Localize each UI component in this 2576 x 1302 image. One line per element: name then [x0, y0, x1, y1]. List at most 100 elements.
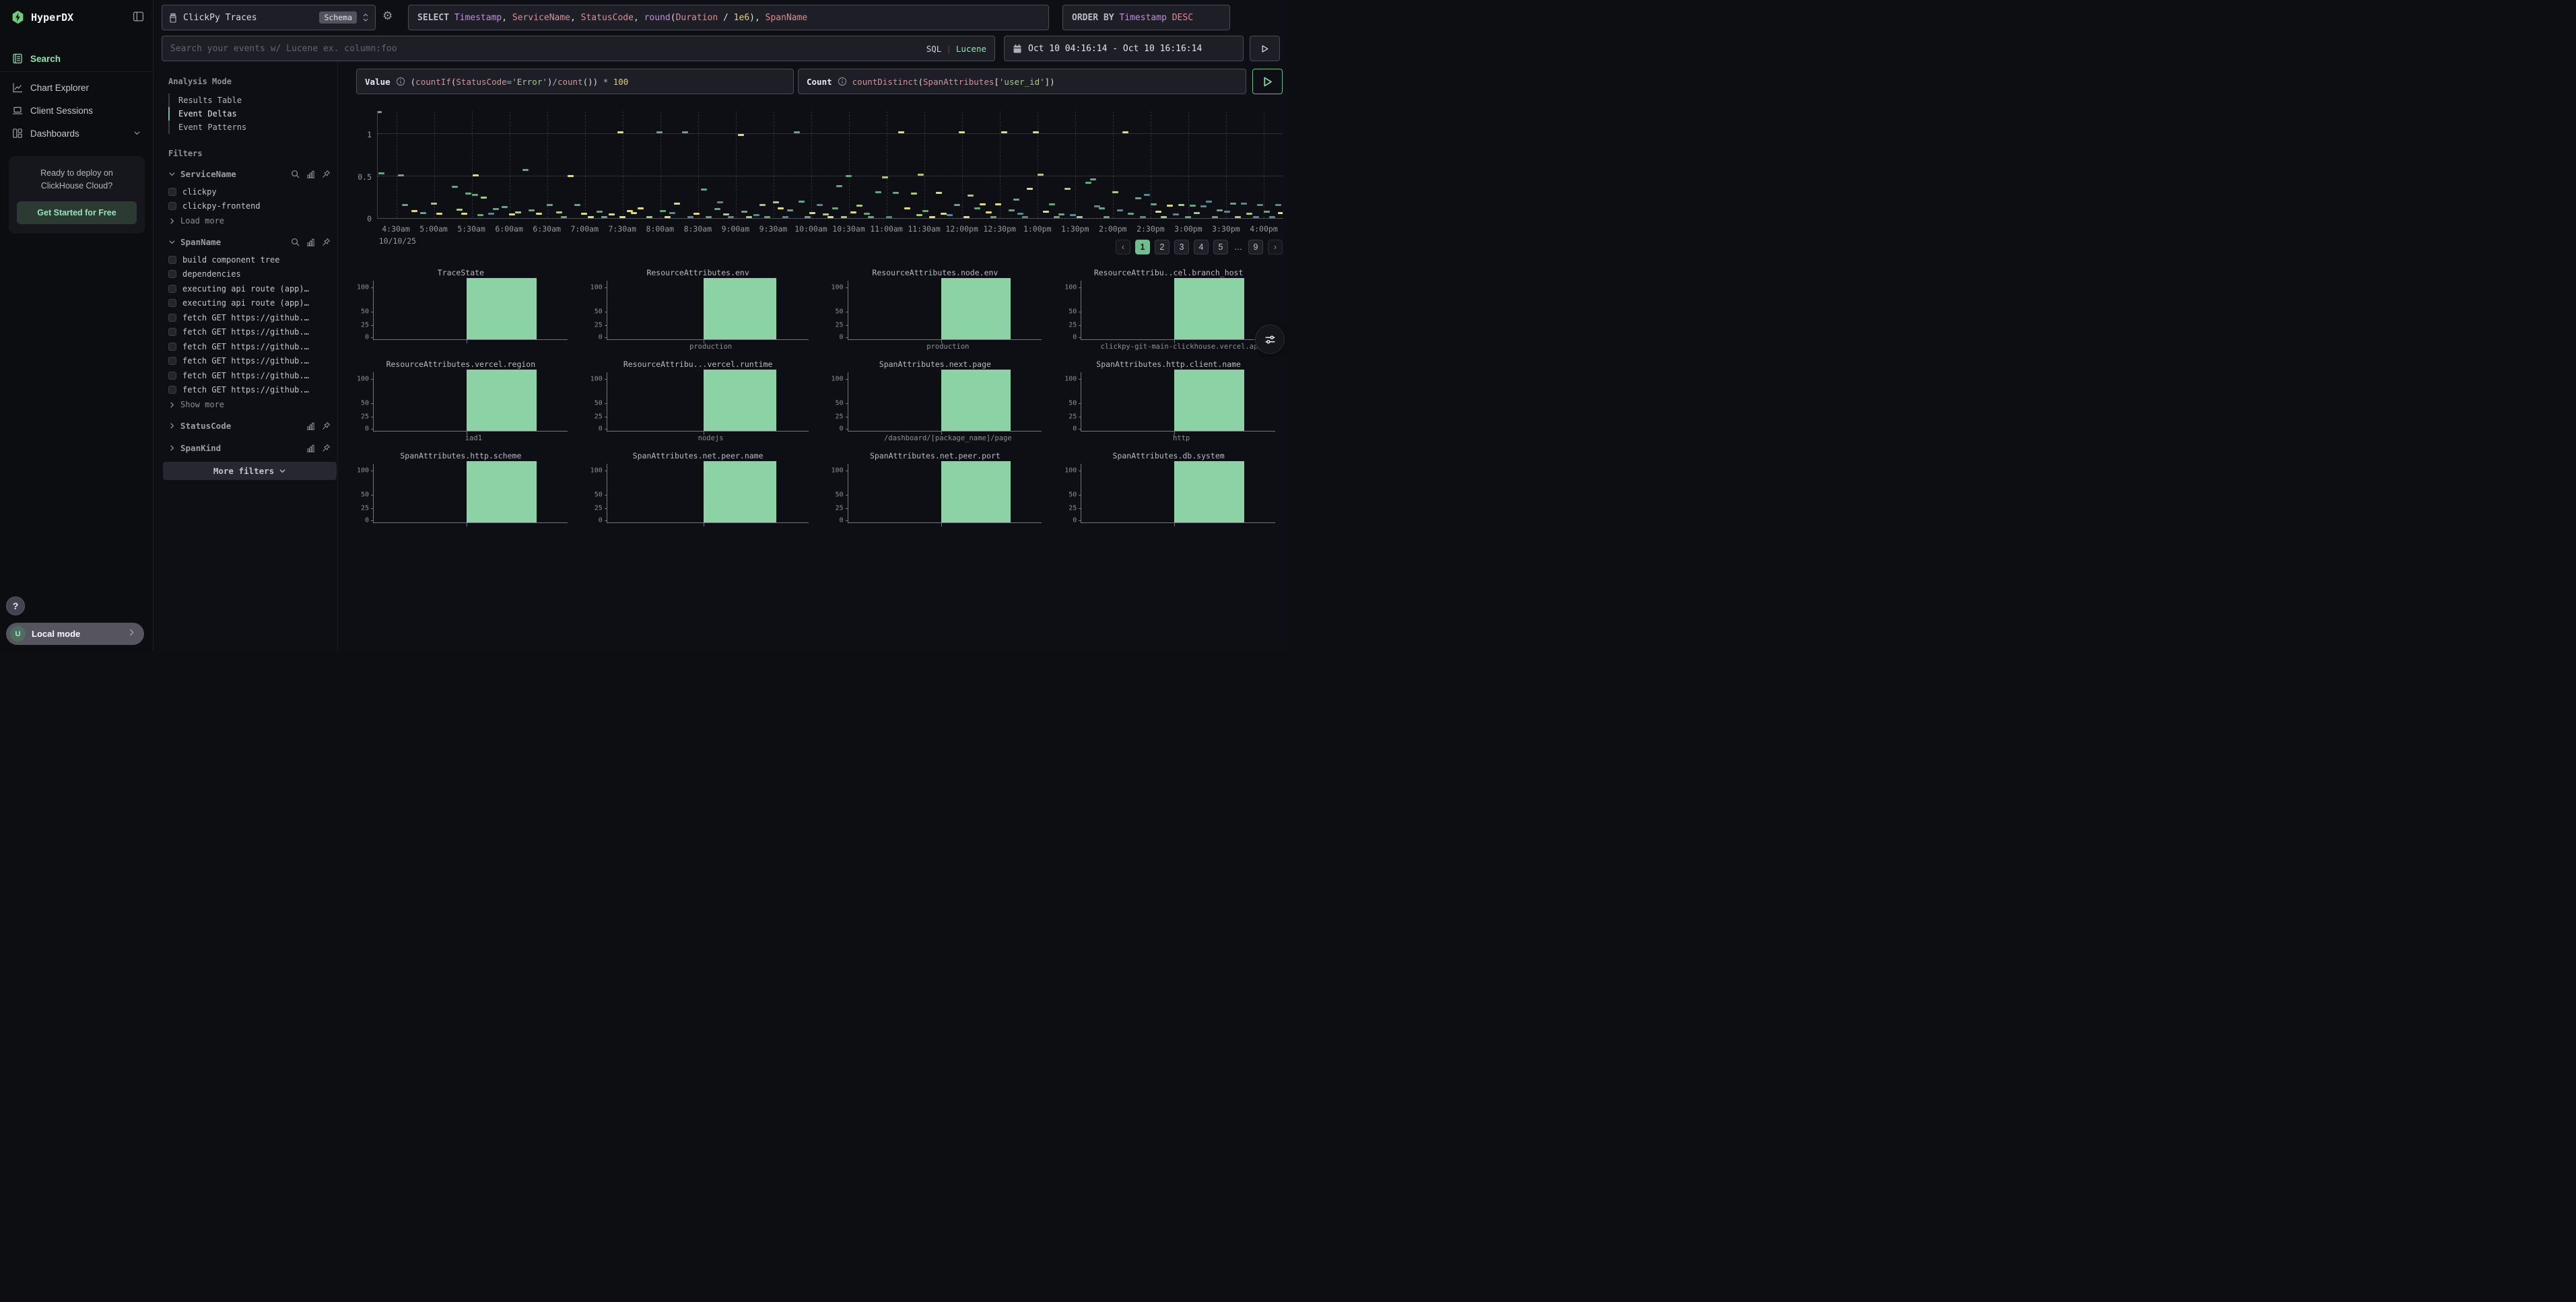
search-input[interactable]: Search your events w/ Lucene ex. column:… [162, 36, 995, 61]
page-button-1[interactable]: 1 [1135, 240, 1150, 254]
next-page-button[interactable]: › [1268, 240, 1283, 254]
checkbox[interactable] [168, 202, 176, 210]
checkbox[interactable] [168, 328, 176, 336]
filter-option[interactable]: build component tree [168, 252, 331, 267]
database-icon [168, 13, 178, 23]
help-button[interactable]: ? [6, 596, 25, 615]
facet-y-tick: 25 [361, 322, 369, 329]
checkbox[interactable] [168, 285, 176, 293]
page-button-5[interactable]: 5 [1213, 240, 1228, 254]
histogram-icon[interactable] [306, 170, 315, 178]
prev-page-button[interactable]: ‹ [1116, 240, 1130, 254]
chart-settings-fab[interactable] [1255, 324, 1285, 354]
delta-plot-area[interactable] [377, 111, 1283, 219]
mode-sql[interactable]: SQL [926, 44, 942, 54]
checkbox[interactable] [168, 270, 176, 278]
mode-lucene[interactable]: Lucene [956, 44, 986, 54]
sidebar-item-chart-explorer[interactable]: Chart Explorer [0, 76, 153, 99]
page-button-9[interactable]: 9 [1248, 240, 1263, 254]
filter-option[interactable]: clickpy [168, 184, 331, 199]
data-mark [1230, 203, 1236, 205]
load-more-link[interactable]: Load more [168, 213, 331, 228]
checkbox[interactable] [168, 357, 176, 365]
data-mark [1049, 203, 1055, 205]
sql-select-editor[interactable]: SELECT Timestamp, ServiceName, StatusCod… [408, 5, 1049, 30]
collapse-sidebar-icon[interactable] [133, 11, 144, 26]
facet-chart[interactable]: SpanAttributes.next.page10050250/dashboa… [822, 359, 1049, 447]
pin-icon[interactable] [322, 238, 331, 246]
facet-chart[interactable]: SpanAttributes.db.system10050250clickhou… [1055, 451, 1282, 526]
sidebar-item-dashboards[interactable]: Dashboards [0, 122, 153, 145]
source-select[interactable]: ClickPy Traces Schema [162, 5, 376, 30]
chevron-right-icon [168, 422, 176, 430]
page-button-4[interactable]: 4 [1194, 240, 1209, 254]
filter-group-header[interactable]: ServiceName [168, 166, 331, 182]
chart-run-button[interactable] [1252, 69, 1283, 94]
count-expression-input[interactable]: Count countDistinct(SpanAttributes['user… [798, 69, 1246, 94]
analysis-mode-event-patterns[interactable]: Event Patterns [168, 121, 331, 134]
data-mark [1224, 211, 1230, 213]
divider [0, 71, 153, 72]
page-button-2[interactable]: 2 [1155, 240, 1170, 254]
pin-icon[interactable] [322, 444, 331, 452]
filter-option[interactable]: fetch GET https://github.… [168, 339, 331, 354]
filter-option[interactable]: clickpy-frontend [168, 199, 331, 214]
filter-option[interactable]: fetch GET https://github.… [168, 368, 331, 383]
time-range-picker[interactable]: Oct 10 04:16:14 - Oct 10 16:16:14 [1004, 36, 1244, 61]
filter-option[interactable]: dependencies [168, 267, 331, 282]
filter-option[interactable]: fetch GET https://github.… [168, 325, 331, 340]
value-expression-input[interactable]: Value (countIf(StatusCode='Error')/count… [356, 69, 794, 94]
checkbox[interactable] [168, 343, 176, 351]
gear-icon[interactable]: ⚙ [382, 9, 393, 23]
facet-chart[interactable]: SpanAttributes.http.scheme10050250https [347, 451, 574, 526]
user-menu[interactable]: U Local mode [6, 623, 144, 645]
filter-option[interactable]: fetch GET https://github.… [168, 354, 331, 369]
checkbox[interactable] [168, 188, 176, 196]
histogram-icon[interactable] [306, 238, 315, 246]
facet-chart[interactable]: ResourceAttributes.node.env10050250produ… [822, 268, 1049, 355]
analysis-mode-event-deltas[interactable]: Event Deltas [168, 107, 331, 121]
facet-bar [467, 370, 537, 431]
histogram-icon[interactable] [306, 444, 315, 452]
sliders-icon [1264, 333, 1277, 346]
analysis-mode-results-table[interactable]: Results Table [168, 94, 331, 107]
checkbox[interactable] [168, 314, 176, 322]
facet-chart[interactable]: SpanAttributes.net.peer.name10050250z5qr… [581, 451, 815, 526]
filter-option[interactable]: executing api route (app)… [168, 296, 331, 311]
facet-chart[interactable]: SpanAttributes.net.peer.port100502508443 [822, 451, 1049, 526]
facet-chart[interactable]: ResourceAttribu..cel.branch_host10050250… [1055, 268, 1282, 355]
filter-option[interactable]: executing api route (app)… [168, 281, 331, 296]
sidebar-item-client-sessions[interactable]: Client Sessions [0, 99, 153, 122]
filter-group-header[interactable]: SpanKind [168, 440, 331, 456]
filter-group-header[interactable]: SpanName [168, 234, 331, 250]
facet-chart[interactable]: SpanAttributes.http.client.name10050250h… [1055, 359, 1282, 447]
filter-option[interactable]: fetch GET https://github.… [168, 310, 331, 325]
checkbox[interactable] [168, 372, 176, 380]
facet-chart[interactable]: ResourceAttributes.vercel.region10050250… [347, 359, 574, 447]
histogram-icon[interactable] [306, 421, 315, 430]
data-mark [477, 214, 483, 216]
search-run-button[interactable] [1250, 36, 1280, 61]
page-button-3[interactable]: 3 [1174, 240, 1189, 254]
facet-title: ResourceAttribu..cel.branch_host [1055, 268, 1282, 278]
pin-icon[interactable] [322, 421, 331, 430]
search-icon[interactable] [291, 238, 300, 246]
facet-chart[interactable]: ResourceAttributes.env10050250production [581, 268, 815, 355]
more-filters-button[interactable]: More filters [163, 462, 337, 480]
filter-group-header[interactable]: StatusCode [168, 417, 331, 434]
facet-chart[interactable]: ResourceAttribu...vercel.runtime10050250… [581, 359, 815, 447]
search-icon[interactable] [291, 170, 300, 178]
count-label: Count [807, 77, 832, 87]
order-by-editor[interactable]: ORDER BY Timestamp DESC [1062, 5, 1230, 30]
get-started-button[interactable]: Get Started for Free [17, 201, 137, 225]
data-mark [868, 216, 874, 218]
filter-option[interactable]: fetch GET https://github.… [168, 383, 331, 398]
checkbox[interactable] [168, 299, 176, 307]
facet-chart[interactable]: TraceState10050250 [347, 268, 574, 355]
checkbox[interactable] [168, 256, 176, 264]
pin-icon[interactable] [322, 170, 331, 178]
show-more-link[interactable]: Show more [168, 397, 331, 412]
sidebar-item-search[interactable]: Search [0, 47, 153, 70]
event-deltas-chart[interactable]: 00.514:30am5:00am5:30am6:00am6:30am7:00a… [377, 111, 1283, 219]
checkbox[interactable] [168, 386, 176, 394]
